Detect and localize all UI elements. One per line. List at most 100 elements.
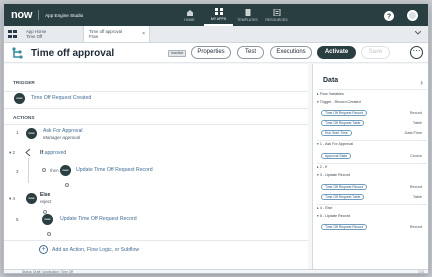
action-5-label[interactable]: Update Time Off Request Record (60, 216, 137, 222)
svg-text:?: ? (387, 13, 391, 20)
nav-home-label: HOME (184, 17, 195, 22)
action-number-3: 3 (16, 169, 19, 174)
data-type-record-3: Record (409, 185, 422, 189)
home-icon (186, 9, 193, 16)
executions-button[interactable]: Executions (270, 46, 312, 59)
actions-divider-bottom (4, 240, 308, 241)
save-button[interactable]: Save (361, 46, 390, 59)
nav-my-apps[interactable]: MY APPS (204, 4, 233, 26)
nav-templates[interactable]: TEMPLATES (233, 4, 262, 26)
data-divider-1 (317, 140, 427, 141)
top-right-icons: ? (384, 10, 418, 21)
else-icon: now (26, 193, 37, 204)
tab-time-off-approval[interactable]: Time off approval Flow × (84, 26, 150, 42)
branch-dot (42, 168, 46, 172)
application-text: Application: Time Off (42, 270, 74, 274)
add-action-link[interactable]: Add an Action, Flow Logic, or Subflow (52, 247, 139, 253)
properties-button[interactable]: Properties (191, 46, 231, 59)
data-pill-approval-state[interactable]: Approval State (321, 153, 352, 159)
apps-grid-icon (214, 7, 223, 15)
action-number-4: ▾ 4 (9, 196, 16, 201)
action-number-1: 1 (16, 130, 19, 135)
if-logic-icon (25, 148, 31, 157)
nav-my-apps-label: MY APPS (210, 16, 227, 21)
data-group-else[interactable]: ▸ 4 - Else (317, 206, 332, 210)
data-divider-3 (317, 204, 427, 205)
data-group-if[interactable]: ▸ 2 - If (317, 165, 327, 169)
if-keyword: If (40, 150, 44, 156)
status-badge: Inactive (168, 50, 187, 57)
data-group-update-3[interactable]: ▾ 3 - Update Record (317, 173, 350, 177)
trigger-divider (4, 91, 308, 92)
brand-separator (38, 10, 40, 20)
actions-divider (4, 124, 308, 125)
action-number-2-value: 2 (12, 150, 16, 155)
tab-app-home[interactable]: App Home Time Off (21, 26, 84, 42)
tab-flow-subtitle: Flow (89, 34, 99, 39)
action-1-icon: now (26, 128, 37, 139)
trigger-now-icon: now (14, 93, 25, 104)
trigger-name[interactable]: Time Off Request Created (31, 95, 91, 101)
zoom-indicator[interactable]: 0 Q (419, 270, 424, 273)
if-condition[interactable]: approved (45, 150, 67, 156)
action-number-5: 5 (16, 217, 19, 222)
data-type-record-5: Record (409, 225, 422, 229)
now-logo[interactable]: now (11, 9, 32, 21)
data-group-trigger[interactable]: ▾ Trigger - Record Created (317, 100, 361, 104)
status-text: Status: Draft (22, 270, 41, 274)
action-3-label[interactable]: Update Time Off Request Record (76, 167, 153, 173)
flow-title: Time off approval (31, 48, 115, 59)
data-type-table: Table (412, 121, 422, 125)
data-pill-record-3[interactable]: Time Off Request Record (321, 184, 368, 190)
studio-name: App Engine Studio (45, 12, 84, 18)
flow-header: Time off approval Inactive Properties Te… (4, 43, 428, 63)
action-number-2: ▾ 2 (9, 150, 16, 155)
data-pill-table[interactable]: Time Off Request Table (321, 120, 365, 126)
action-number-4-value: 4 (12, 196, 16, 201)
action-1-annotation: Manager approval (43, 135, 81, 140)
nav-resources-label: RESOURCES (265, 17, 288, 22)
then-label: then (50, 168, 59, 173)
flow-icon (12, 47, 23, 59)
grid-icon (8, 30, 17, 38)
data-panel: Data › ▸ Flow Variables ▾ Trigger - Reco… (312, 64, 428, 269)
data-group-flow-variables[interactable]: ▸ Flow Variables (317, 92, 344, 96)
app-launcher[interactable] (4, 26, 21, 42)
actions-divider-top (4, 108, 308, 109)
actions-heading: ACTIONS (13, 116, 35, 121)
data-pill-record-5[interactable]: Time Off Request Record (321, 224, 368, 230)
test-button[interactable]: Test (237, 46, 264, 59)
else-keyword[interactable]: Else (40, 192, 50, 198)
help-icon[interactable]: ? (384, 10, 394, 21)
data-group-ask-approval[interactable]: ▾ 1 - Ask For Approval (317, 142, 353, 146)
action-3-end-dot (65, 183, 69, 187)
data-divider-2 (317, 163, 427, 164)
if-branch-line (28, 158, 29, 183)
data-group-update-5[interactable]: ▾ 5 - Update Record (317, 214, 350, 218)
data-type-datetime: Date/Time (404, 131, 422, 135)
more-options-icon[interactable]: ⋯ (410, 46, 423, 59)
chevron-right-icon[interactable]: › (420, 78, 423, 87)
user-avatar[interactable] (407, 10, 418, 21)
action-5-icon: now (42, 214, 53, 225)
chevron-down-icon[interactable] (415, 31, 421, 35)
else-annotation: reject (40, 199, 52, 204)
data-type-table-3: Table (412, 195, 422, 199)
top-navigation-bar: now App Engine Studio HOME MY APPS TEMPL… (4, 4, 428, 26)
close-tab-icon[interactable]: × (142, 32, 145, 37)
activate-button[interactable]: Activate (317, 46, 356, 59)
add-step-icon[interactable]: + (39, 245, 48, 254)
action-1-label[interactable]: Ask For Approval (43, 128, 83, 134)
workspace-tabs: App Home Time Off Time off approval Flow… (4, 26, 428, 43)
status-bar: Status: Draft | Application: Time Off 0 … (4, 269, 428, 274)
nav-resources[interactable]: RESOURCES (262, 4, 291, 26)
data-type-choice: Choice (410, 154, 422, 158)
data-pill-record[interactable]: Time Off Request Record (321, 110, 368, 116)
template-icon (245, 8, 250, 16)
data-divider (317, 89, 427, 90)
data-pill-run-start[interactable]: Run Start Time (321, 130, 352, 136)
data-pill-table-3[interactable]: Time Off Request Table (321, 194, 365, 200)
flow-canvas: TRIGGER now Time Off Request Created ACT… (4, 64, 308, 269)
nav-home[interactable]: HOME (175, 4, 204, 26)
tab-app-home-subtitle: Time Off (26, 34, 43, 39)
